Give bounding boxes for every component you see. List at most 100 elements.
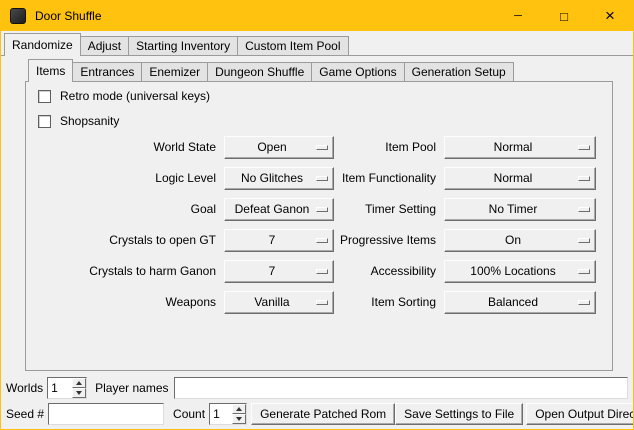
seed-label: Seed # (6, 407, 44, 421)
outer-tab-bar: Randomize Adjust Starting Inventory Cust… (4, 33, 349, 56)
dropdown-indicator-icon (578, 269, 590, 274)
tab-game-options[interactable]: Game Options (311, 62, 404, 81)
dropdown-value: Normal (494, 171, 533, 185)
tab-starting-inventory[interactable]: Starting Inventory (128, 36, 238, 55)
item-pool-dropdown[interactable]: Normal (444, 136, 596, 159)
arrow-down-icon (76, 391, 82, 395)
tab-enemizer[interactable]: Enemizer (141, 62, 208, 81)
worlds-spinbox[interactable] (47, 377, 87, 399)
footer-row-2: Seed # Count Generate Patched Rom Save S… (6, 403, 628, 425)
field-label: Weapons (26, 291, 216, 314)
checkbox-box-icon[interactable] (38, 90, 51, 103)
count-label: Count (173, 407, 205, 421)
dropdown-value: On (505, 233, 521, 247)
tab-generation-setup[interactable]: Generation Setup (404, 62, 514, 81)
tab-randomize[interactable]: Randomize (4, 33, 81, 56)
footer-row-1: Worlds Player names (6, 377, 628, 399)
tab-adjust[interactable]: Adjust (80, 36, 129, 55)
dropdown-indicator-icon (316, 207, 328, 212)
dropdown-indicator-icon (316, 269, 328, 274)
inner-tab-bar: Items Entrances Enemizer Dungeon Shuffle… (28, 59, 514, 82)
maximize-button[interactable]: □ (541, 1, 587, 31)
worlds-input[interactable] (48, 378, 72, 398)
dropdown-indicator-icon (578, 145, 590, 150)
checkbox-label: Shopsanity (60, 114, 119, 128)
settings-row: Crystals to open GT 7 Progressive Items … (26, 229, 612, 252)
field-label: Goal (26, 198, 216, 221)
accessibility-dropdown[interactable]: 100% Locations (444, 260, 596, 283)
goal-dropdown[interactable]: Defeat Ganon (224, 198, 334, 221)
spin-up-button[interactable] (72, 378, 86, 388)
spin-down-button[interactable] (232, 414, 246, 424)
arrow-up-icon (76, 381, 82, 385)
seed-input[interactable] (48, 403, 164, 425)
close-button[interactable]: × (587, 1, 633, 31)
settings-row: Crystals to harm Ganon 7 Accessibility 1… (26, 260, 612, 283)
spin-down-button[interactable] (72, 388, 86, 398)
dropdown-value: Open (257, 140, 286, 154)
timer-setting-dropdown[interactable]: No Timer (444, 198, 596, 221)
minimize-button[interactable]: ─ (495, 1, 541, 31)
field-label: Crystals to harm Ganon (26, 260, 216, 283)
field-label: Logic Level (26, 167, 216, 190)
retro-mode-checkbox[interactable]: Retro mode (universal keys) (38, 88, 210, 104)
count-input[interactable] (210, 404, 232, 424)
settings-grid: World State Open Item Pool Normal Logic … (26, 136, 612, 322)
arrow-down-icon (236, 417, 242, 421)
tab-items[interactable]: Items (28, 59, 73, 82)
dropdown-indicator-icon (316, 145, 328, 150)
dropdown-indicator-icon (316, 300, 328, 305)
dropdown-value: Balanced (488, 295, 538, 309)
settings-row: Goal Defeat Ganon Timer Setting No Timer (26, 198, 612, 221)
item-functionality-dropdown[interactable]: Normal (444, 167, 596, 190)
dropdown-indicator-icon (578, 300, 590, 305)
crystals-harm-ganon-dropdown[interactable]: 7 (224, 260, 334, 283)
field-label: Item Functionality (334, 167, 436, 190)
field-label: Crystals to open GT (26, 229, 216, 252)
save-settings-button[interactable]: Save Settings to File (395, 403, 523, 425)
player-names-input[interactable] (174, 377, 629, 399)
spin-buttons (72, 378, 86, 398)
open-output-directory-button[interactable]: Open Output Directory (526, 403, 634, 425)
dropdown-value: No Glitches (241, 171, 303, 185)
shopsanity-checkbox[interactable]: Shopsanity (38, 113, 119, 129)
item-sorting-dropdown[interactable]: Balanced (444, 291, 596, 314)
tab-custom-item-pool[interactable]: Custom Item Pool (237, 36, 348, 55)
settings-row: World State Open Item Pool Normal (26, 136, 612, 159)
dropdown-indicator-icon (578, 207, 590, 212)
count-spinbox[interactable] (209, 403, 247, 425)
window-controls: ─ □ × (495, 1, 633, 31)
worlds-label: Worlds (6, 381, 43, 395)
crystals-open-gt-dropdown[interactable]: 7 (224, 229, 334, 252)
logic-level-dropdown[interactable]: No Glitches (224, 167, 334, 190)
dropdown-value: 7 (269, 233, 276, 247)
tab-entrances[interactable]: Entrances (72, 62, 142, 81)
dropdown-indicator-icon (316, 176, 328, 181)
field-label: Item Sorting (334, 291, 436, 314)
progressive-items-dropdown[interactable]: On (444, 229, 596, 252)
dropdown-indicator-icon (578, 238, 590, 243)
field-label: Progressive Items (334, 229, 436, 252)
dropdown-value: 7 (269, 264, 276, 278)
generate-patched-rom-button[interactable]: Generate Patched Rom (251, 403, 395, 425)
world-state-dropdown[interactable]: Open (224, 136, 334, 159)
field-label: World State (26, 136, 216, 159)
weapons-dropdown[interactable]: Vanilla (224, 291, 334, 314)
items-panel: Retro mode (universal keys) Shopsanity W… (25, 81, 613, 371)
dropdown-value: Normal (494, 140, 533, 154)
spin-up-button[interactable] (232, 404, 246, 414)
tab-dungeon-shuffle[interactable]: Dungeon Shuffle (207, 62, 312, 81)
window-title: Door Shuffle (35, 9, 102, 23)
checkbox-label: Retro mode (universal keys) (60, 89, 210, 103)
dropdown-indicator-icon (316, 238, 328, 243)
titlebar[interactable]: Door Shuffle ─ □ × (1, 1, 633, 31)
randomize-notebook: Items Entrances Enemizer Dungeon Shuffle… (25, 59, 613, 371)
dropdown-indicator-icon (578, 176, 590, 181)
checkbox-box-icon[interactable] (38, 115, 51, 128)
settings-row: Logic Level No Glitches Item Functionali… (26, 167, 612, 190)
settings-row: Weapons Vanilla Item Sorting Balanced (26, 291, 612, 314)
footer: Worlds Player names Seed # Count (6, 377, 628, 425)
arrow-up-icon (236, 407, 242, 411)
field-label: Timer Setting (334, 198, 436, 221)
app-icon[interactable] (10, 8, 26, 24)
